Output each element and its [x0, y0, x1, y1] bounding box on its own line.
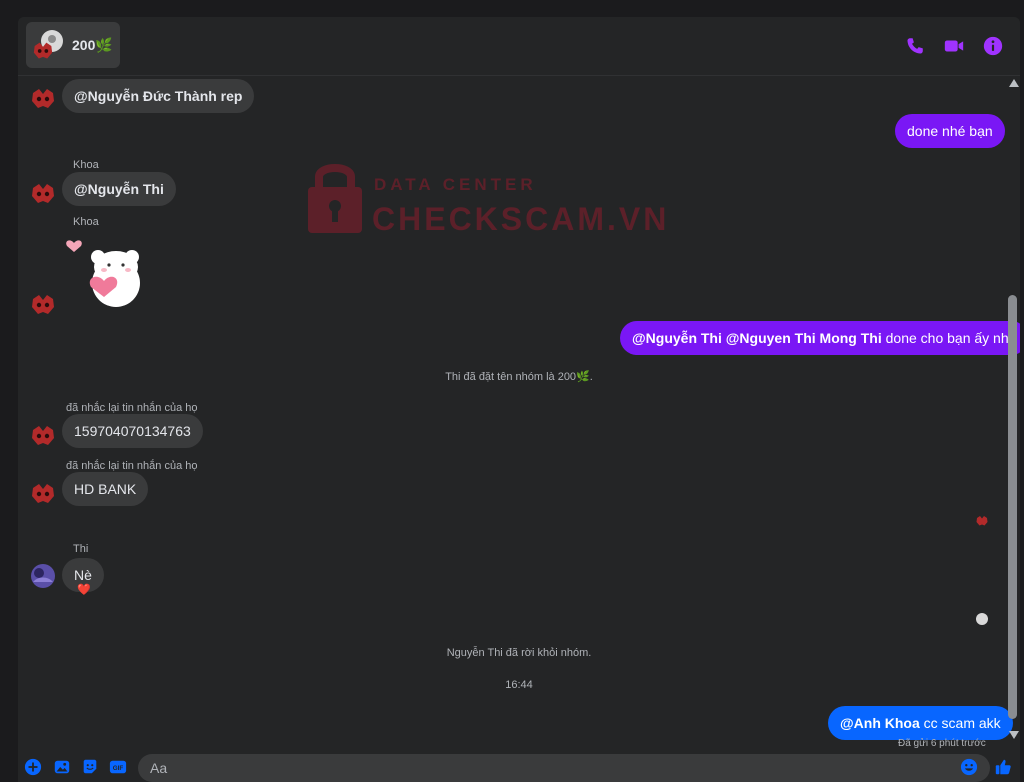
avatar[interactable] [30, 293, 56, 317]
member-avatar-red [33, 42, 53, 59]
read-receipt-avatar [976, 516, 988, 526]
scrollbar-thumb[interactable] [1008, 295, 1017, 719]
message-composer: GIF [18, 754, 1020, 782]
reply-context: đã nhắc lại tin nhắn của họ [66, 402, 198, 414]
scroll-up-arrow-icon[interactable] [1009, 79, 1019, 87]
avatar[interactable] [30, 482, 56, 506]
thumbs-up-icon[interactable] [994, 758, 1012, 776]
message-incoming[interactable]: @Nguyễn Đức Thành rep [62, 79, 255, 113]
padlock-icon [308, 164, 362, 233]
message-text: @Nguyễn Thi [74, 181, 164, 197]
avatar[interactable] [30, 424, 56, 448]
message-text: done nhé bạn [907, 123, 993, 139]
message-input[interactable] [138, 754, 990, 782]
chat-title: 200🌿 [72, 37, 113, 53]
avatar-thi[interactable] [30, 564, 56, 588]
group-avatar [32, 30, 63, 60]
mention[interactable]: @Nguyễn Thi [632, 330, 722, 346]
phone-icon[interactable] [904, 35, 926, 57]
info-icon[interactable] [982, 35, 1004, 57]
chat-title-button[interactable]: 200🌿 [26, 22, 120, 68]
message-text: HD BANK [74, 481, 137, 497]
message-incoming[interactable]: 159704070134763 [62, 414, 203, 448]
message-text: done cho bạn ấy nha [885, 330, 1017, 346]
message-outgoing[interactable]: @Nguyễn Thi @Nguyen Thi Mong Thi done ch… [620, 321, 1020, 355]
gif-icon[interactable]: GIF [109, 758, 127, 776]
scroll-down-arrow-icon[interactable] [1009, 731, 1019, 739]
avatar[interactable] [30, 182, 56, 206]
sender-name: Khoa [73, 216, 99, 228]
reply-context: đã nhắc lại tin nhắn của họ [66, 460, 198, 472]
emoji-icon[interactable] [960, 758, 978, 776]
sender-name: Thi [73, 543, 89, 555]
sender-name: Khoa [73, 159, 99, 171]
read-receipt-avatar [976, 613, 988, 625]
watermark-line2: CHECKSCAM.VN [372, 201, 670, 237]
message-text: 159704070134763 [74, 423, 191, 439]
system-message: Nguyễn Thi đã rời khỏi nhóm. [446, 647, 592, 659]
svg-text:GIF: GIF [113, 765, 124, 772]
system-message: Thi đã đặt tên nhóm là 200🌿. [445, 371, 593, 383]
mention[interactable]: @Nguyen Thi Mong Thi [726, 330, 882, 346]
timestamp: 16:44 [505, 679, 533, 691]
image-icon[interactable] [53, 758, 71, 776]
scrollbar[interactable] [1006, 75, 1020, 745]
video-camera-icon[interactable] [943, 35, 965, 57]
message-text: cc scam akk [923, 715, 1001, 731]
sent-status: Đã gửi 6 phút trước [898, 738, 986, 749]
avatar[interactable] [30, 87, 56, 111]
message-text: Nè [74, 567, 92, 583]
bear-heart-sticker[interactable] [64, 235, 144, 311]
sticker-icon[interactable] [81, 758, 99, 776]
message-incoming[interactable]: HD BANK [62, 472, 149, 506]
watermark: DATA CENTER CHECKSCAM.VN [306, 157, 666, 237]
message-incoming[interactable]: @Nguyễn Thi [62, 172, 176, 206]
message-outgoing[interactable]: @Anh Khoa cc scam akk [828, 706, 1013, 740]
mention[interactable]: @Anh Khoa [840, 715, 920, 731]
message-outgoing[interactable]: done nhé bạn [895, 114, 1005, 148]
chat-panel: 200🌿 DATA CENTER CHECKSCAM.VN @Nguyễn Đứ… [18, 17, 1020, 782]
message-text: @Nguyễn Đức Thành rep [74, 88, 243, 104]
plus-circle-icon[interactable] [24, 758, 42, 776]
window-frame-top [0, 0, 1024, 17]
watermark-line1: DATA CENTER [374, 175, 537, 194]
chat-header: 200🌿 [18, 17, 1020, 76]
heart-reaction-icon[interactable]: ❤️ [77, 583, 91, 596]
